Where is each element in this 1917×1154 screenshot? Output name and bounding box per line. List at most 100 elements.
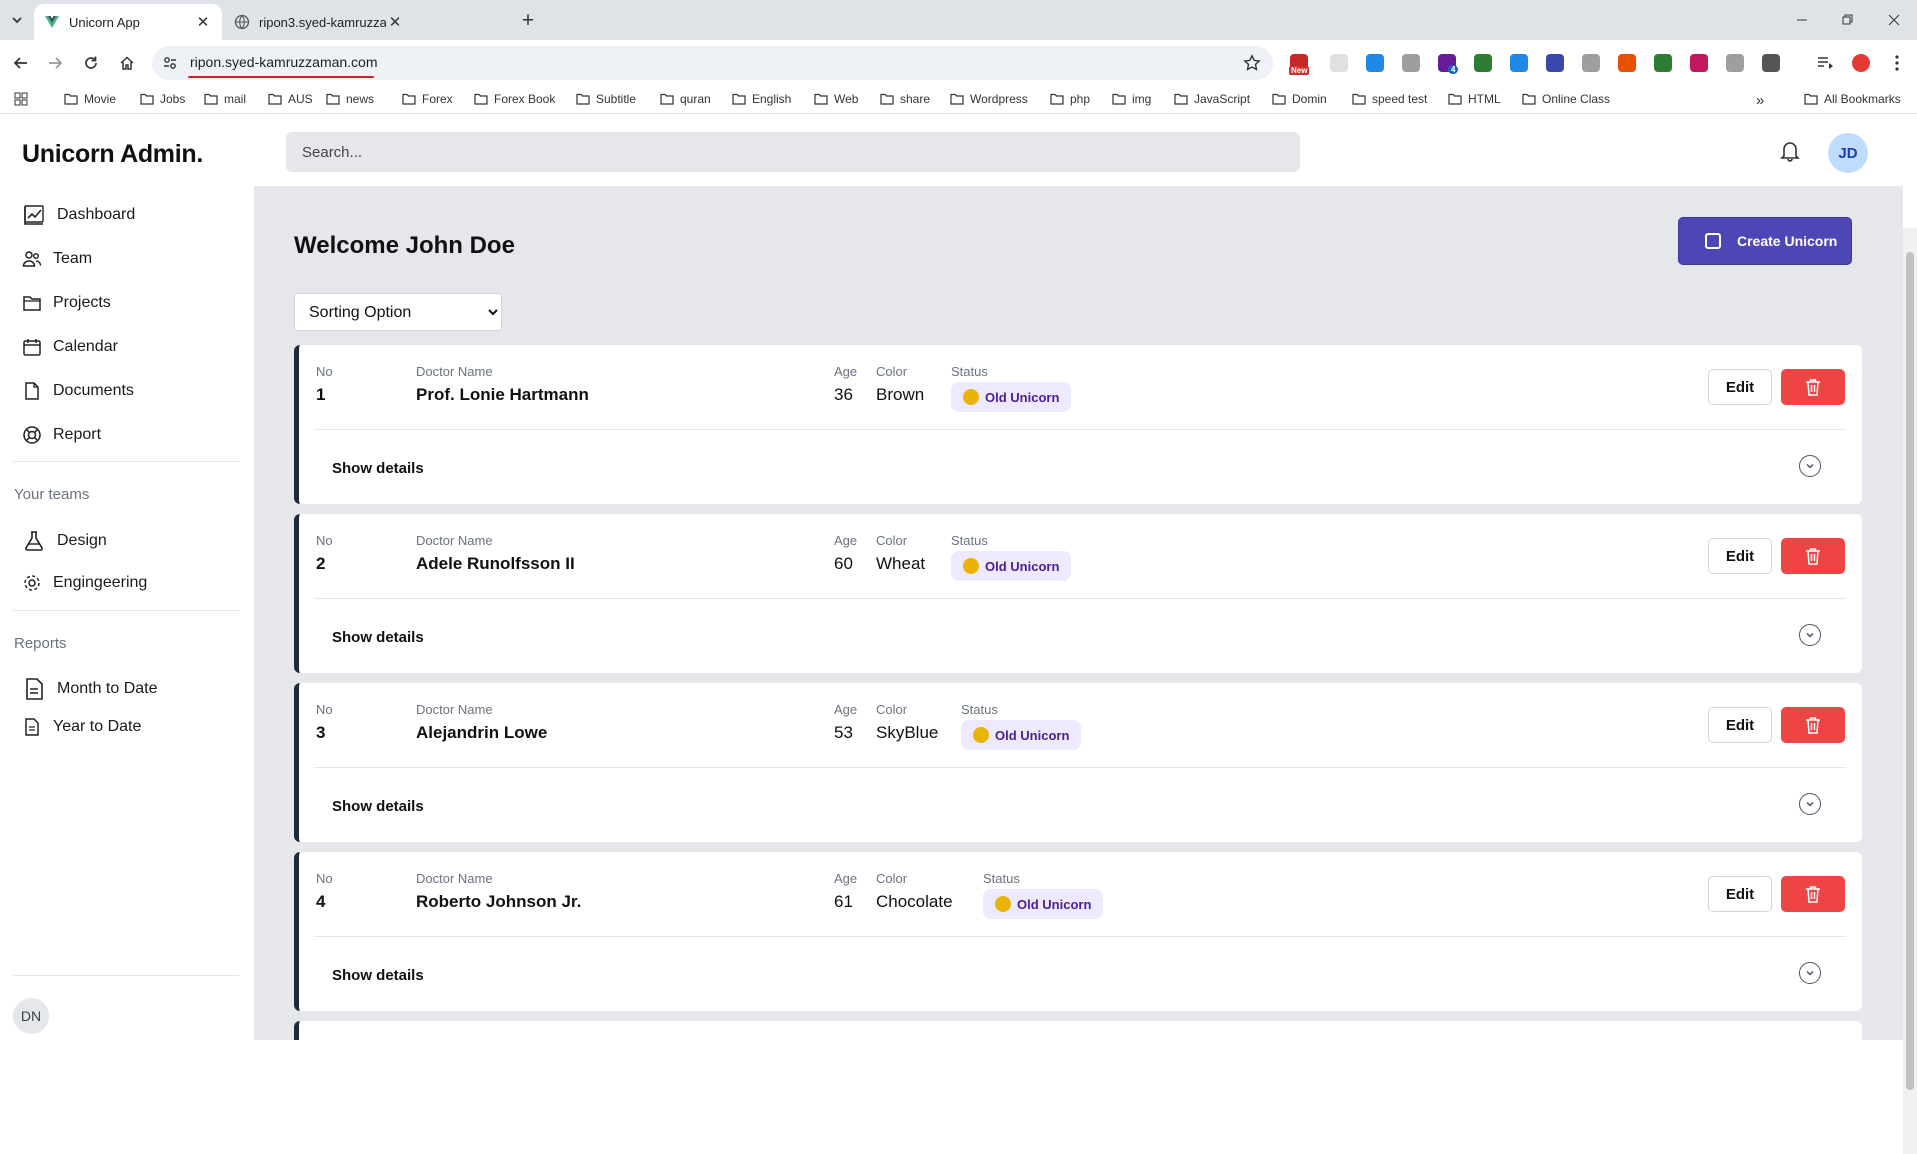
folder-icon <box>576 93 590 105</box>
bookmark-folder[interactable]: news <box>326 92 374 106</box>
puzzle-ext-icon[interactable] <box>1762 54 1780 72</box>
delete-button[interactable] <box>1781 876 1845 912</box>
card-divider <box>314 936 1846 937</box>
bookmark-folder[interactable]: AUS <box>268 92 313 106</box>
minimize-button[interactable] <box>1788 8 1816 32</box>
bookmark-folder[interactable]: Domin <box>1272 92 1327 106</box>
browser-tab[interactable]: ripon3.syed-kamruzzaman.com ✕ <box>224 4 414 40</box>
media-control-icon[interactable] <box>1816 54 1834 72</box>
grammarly-ext-icon[interactable] <box>1654 54 1672 72</box>
expand-button[interactable] <box>1799 962 1821 984</box>
edit-button[interactable]: Edit <box>1708 707 1772 743</box>
new-badge: New <box>1289 66 1310 75</box>
bookmark-folder[interactable]: Wordpress <box>950 92 1028 106</box>
show-details-toggle[interactable]: Show details <box>332 629 424 646</box>
translate-ext-icon[interactable] <box>1366 54 1384 72</box>
circle-ext-icon[interactable] <box>1546 54 1564 72</box>
forward-button[interactable] <box>42 50 68 76</box>
show-details-toggle[interactable]: Show details <box>332 798 424 815</box>
bookmark-folder[interactable]: Web <box>814 92 858 106</box>
delete-button[interactable] <box>1781 369 1845 405</box>
scrollbar-thumb[interactable] <box>1906 252 1914 1090</box>
col-label-name: Doctor Name <box>416 364 493 379</box>
vue-ext-icon[interactable] <box>1474 54 1492 72</box>
reload-button[interactable] <box>78 50 104 76</box>
brand-logo[interactable]: Unicorn Admin. <box>22 140 203 169</box>
home-button[interactable] <box>114 50 140 76</box>
status-badge: Old Unicorn <box>951 382 1072 412</box>
tab-close-icon[interactable]: ✕ <box>386 13 404 31</box>
sorting-select[interactable]: Sorting Option <box>294 293 502 331</box>
new-tab-button[interactable]: + <box>516 9 540 33</box>
site-settings-icon[interactable] <box>162 55 178 71</box>
folder-icon <box>474 93 488 105</box>
sidebar-item-report[interactable]: Report <box>22 425 101 445</box>
all-bookmarks-button[interactable]: All Bookmarks <box>1804 92 1901 106</box>
status-badge: Old Unicorn <box>951 551 1072 581</box>
clock-ext-icon[interactable] <box>1582 54 1600 72</box>
page-ext-icon[interactable] <box>1330 54 1348 72</box>
bookmark-folder[interactable]: php <box>1050 92 1090 106</box>
col-label-color: Color <box>876 702 908 717</box>
sidebar-item-design[interactable]: Design <box>22 529 107 553</box>
bookmark-folder[interactable]: JavaScript <box>1174 92 1250 106</box>
create-unicorn-button[interactable]: Create Unicorn <box>1678 217 1852 265</box>
link-ext-icon[interactable] <box>1690 54 1708 72</box>
restore-button[interactable] <box>1834 8 1862 32</box>
tab-search-menu-button[interactable] <box>6 9 28 31</box>
expand-button[interactable] <box>1799 624 1821 646</box>
folder-icon <box>64 93 78 105</box>
bookmark-folder[interactable]: English <box>732 92 791 106</box>
cloud-ext-icon[interactable] <box>1402 54 1420 72</box>
trash-icon <box>1806 379 1820 396</box>
profile-avatar-icon[interactable] <box>1852 54 1870 72</box>
bookmark-folder[interactable]: Forex <box>402 92 453 106</box>
sidebar-item-team[interactable]: Team <box>22 249 92 269</box>
bookmark-folder[interactable]: quran <box>660 92 711 106</box>
show-details-toggle[interactable]: Show details <box>332 460 424 477</box>
bookmark-folder[interactable]: speed test <box>1352 92 1427 106</box>
delete-button[interactable] <box>1781 538 1845 574</box>
doc-ext-icon[interactable] <box>1510 54 1528 72</box>
bookmark-folder[interactable]: Forex Book <box>474 92 555 106</box>
bookmark-folder[interactable]: img <box>1112 92 1151 106</box>
bookmark-folder[interactable]: HTML <box>1448 92 1501 106</box>
edit-button[interactable]: Edit <box>1708 876 1772 912</box>
page-scrollbar[interactable] <box>1903 228 1917 1154</box>
tab-close-icon[interactable]: ✕ <box>194 13 212 31</box>
browser-menu-icon[interactable] <box>1888 54 1906 72</box>
sidebar-item-label: Month to Date <box>57 680 158 697</box>
expand-button[interactable] <box>1799 793 1821 815</box>
edit-button[interactable]: Edit <box>1708 369 1772 405</box>
bell-icon[interactable] <box>1780 140 1800 162</box>
sidebar-item-year-to-date[interactable]: Year to Date <box>22 717 141 737</box>
address-bar[interactable]: ripon.syed-kamruzzaman.com <box>152 46 1273 80</box>
expand-button[interactable] <box>1799 455 1821 477</box>
bookmark-folder[interactable]: Movie <box>64 92 116 106</box>
profile-avatar[interactable]: JD <box>1828 133 1868 173</box>
sidebar-item-projects[interactable]: Projects <box>22 293 111 313</box>
delete-button[interactable] <box>1781 707 1845 743</box>
bookmark-star-icon[interactable] <box>1243 54 1261 72</box>
search-input[interactable] <box>286 132 1300 172</box>
bookmark-folder[interactable]: Online Class <box>1522 92 1610 106</box>
sidebar-item-engineering[interactable]: Engingeering <box>22 573 147 593</box>
apps-grid-icon[interactable] <box>14 92 34 106</box>
bookmark-folder[interactable]: Subtitle <box>576 92 636 106</box>
browser-tab-active[interactable]: Unicorn App ✕ <box>34 4 222 40</box>
sidebar-item-calendar[interactable]: Calendar <box>22 337 118 357</box>
show-details-toggle[interactable]: Show details <box>332 967 424 984</box>
user-avatar[interactable]: DN <box>13 998 49 1034</box>
sidebar-item-dashboard[interactable]: Dashboard <box>22 203 135 227</box>
edit-button[interactable]: Edit <box>1708 538 1772 574</box>
bookmark-folder[interactable]: Jobs <box>140 92 185 106</box>
close-window-button[interactable] <box>1880 8 1908 32</box>
barcode-ext-icon[interactable] <box>1726 54 1744 72</box>
back-button[interactable] <box>8 50 34 76</box>
fox-ext-icon[interactable] <box>1618 54 1636 72</box>
more-bookmarks-button[interactable]: » <box>1756 92 1764 109</box>
sidebar-item-month-to-date[interactable]: Month to Date <box>22 677 158 701</box>
sidebar-item-documents[interactable]: Documents <box>22 381 134 401</box>
bookmark-folder[interactable]: mail <box>204 92 246 106</box>
bookmark-folder[interactable]: share <box>880 92 930 106</box>
